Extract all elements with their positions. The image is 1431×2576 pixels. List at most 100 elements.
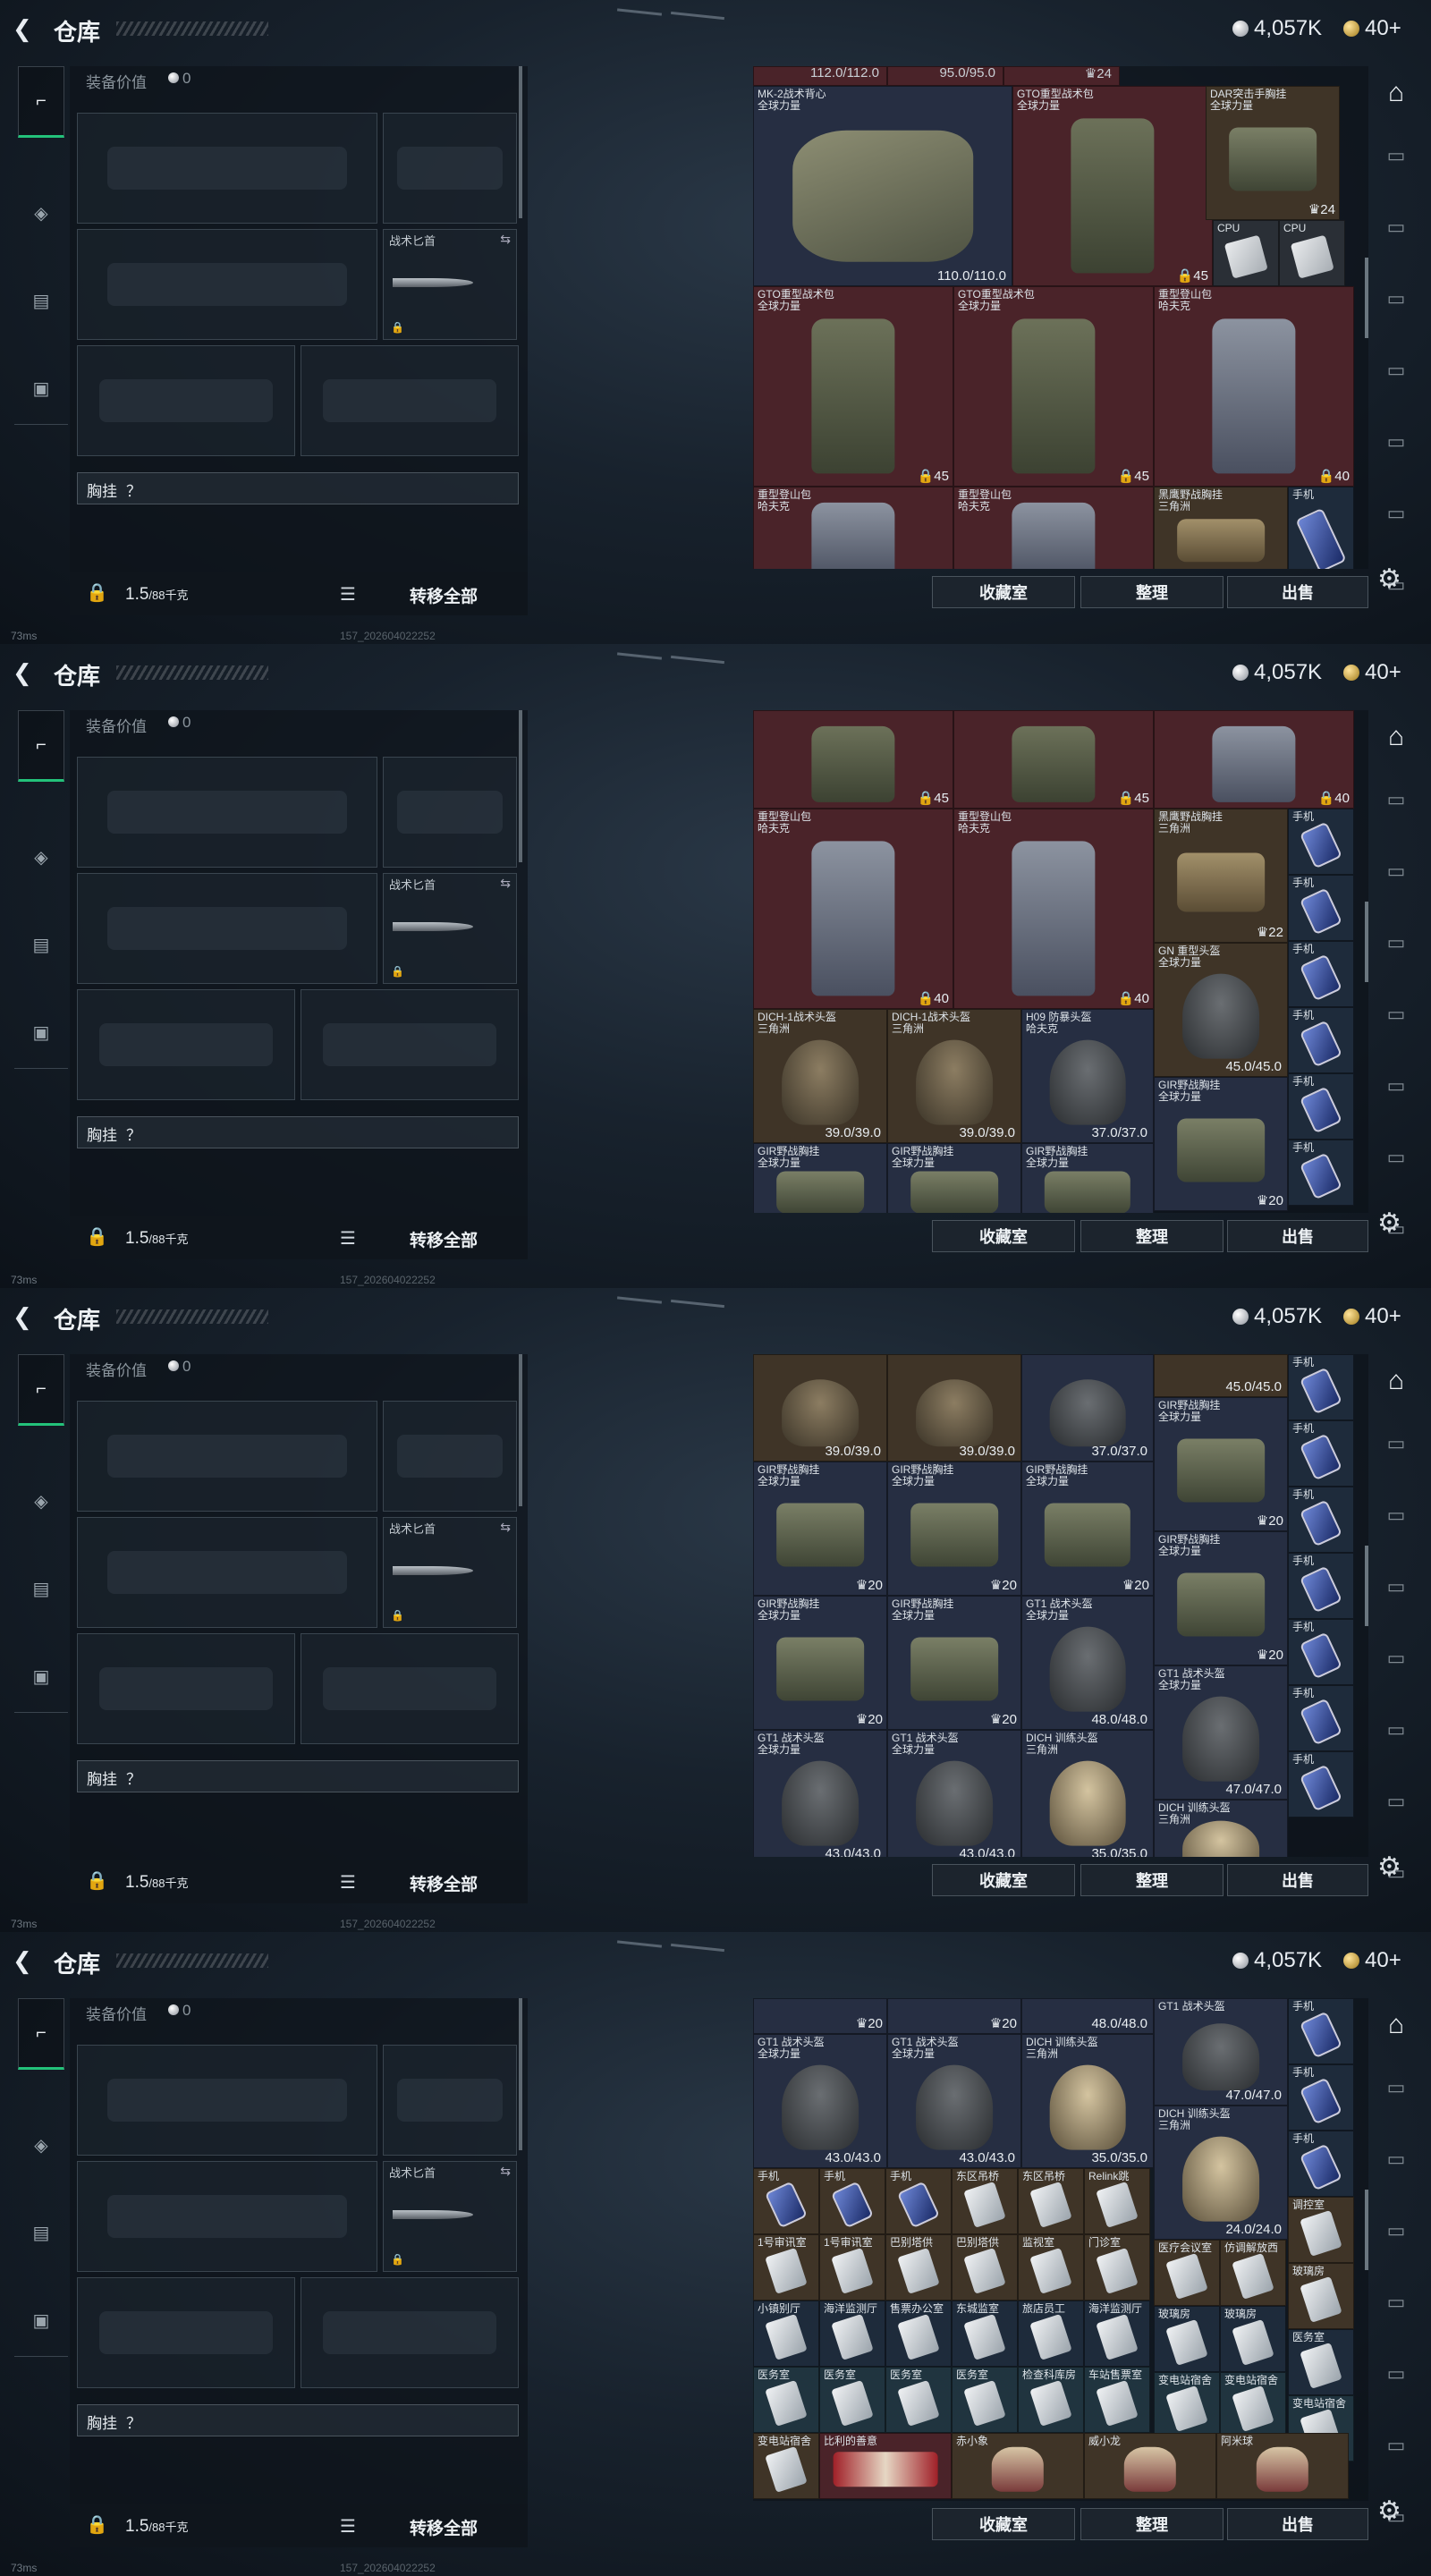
right-tab-5[interactable]: ▭ xyxy=(1376,352,1417,388)
storage-item[interactable]: GT1 战术头盔 全球力量 43.0/43.0 xyxy=(887,1730,1021,1857)
storage-item[interactable]: 海洋监测厅 xyxy=(819,2301,885,2367)
storage-item[interactable]: 手机 xyxy=(1288,1619,1354,1685)
transfer-all-button[interactable]: 转移全部 xyxy=(410,2515,478,2539)
storage-item[interactable]: 1号审讯室 xyxy=(819,2234,885,2301)
storage-item[interactable]: 手机 xyxy=(1288,1751,1354,1818)
storage-item[interactable]: 小镇别厅 xyxy=(753,2301,819,2367)
armor-slot[interactable] xyxy=(301,1633,519,1744)
list-icon[interactable]: ☰ xyxy=(340,583,356,606)
storage-item[interactable]: 112.0/112.0 xyxy=(753,66,887,86)
right-tab-1[interactable]: ⌂ xyxy=(1376,719,1417,755)
sell-button[interactable]: 出售 xyxy=(1227,576,1368,608)
sidebar-tab-4[interactable]: ▣ xyxy=(18,352,64,424)
knife-slot[interactable]: 战术匕首 ⇆ 🔒 xyxy=(383,1517,517,1628)
gold-currency[interactable]: 40+ xyxy=(1343,16,1401,41)
storage-item[interactable]: GT1 战术头盔 全球力量 43.0/43.0 xyxy=(753,1730,887,1857)
silver-currency[interactable]: 4,057K xyxy=(1232,1948,1322,1973)
right-tab-4[interactable]: ▭ xyxy=(1376,1569,1417,1605)
sort-button[interactable]: 整理 xyxy=(1080,1864,1224,1896)
back-button[interactable]: ❮ xyxy=(13,16,38,41)
right-tab-7[interactable]: ▭ xyxy=(1376,1784,1417,1819)
chest-rig-slot[interactable]: 胸挂 ？ xyxy=(77,1116,519,1148)
storage-item[interactable]: 玻璃房 xyxy=(1154,2306,1220,2372)
storage-item[interactable]: 东区吊桥 xyxy=(1018,2168,1084,2234)
storage-scrollbar[interactable] xyxy=(1365,2190,1368,2270)
sidebar-tab-3[interactable]: ▤ xyxy=(18,1553,64,1624)
storage-item[interactable]: 威小龙 xyxy=(1084,2433,1216,2499)
storage-item[interactable]: GIR野战胸挂 全球力量 xyxy=(887,1143,1021,1213)
storage-item[interactable]: DAR突击手胸挂 全球力量 ♛24 xyxy=(1206,86,1340,220)
armor-slot[interactable] xyxy=(301,2277,519,2388)
primary-weapon-slot[interactable] xyxy=(77,1401,377,1512)
storage-item[interactable]: 监视室 xyxy=(1018,2234,1084,2301)
storage-item[interactable]: 重型登山包 哈夫克 xyxy=(753,487,953,569)
swap-icon[interactable]: ⇆ xyxy=(500,876,511,891)
storage-item[interactable]: 🔒45 xyxy=(953,710,1154,809)
storage-item[interactable]: 手机 xyxy=(1288,875,1354,941)
collection-room-button[interactable]: 收藏室 xyxy=(932,1864,1075,1896)
helmet-slot[interactable] xyxy=(77,2277,295,2388)
storage-item[interactable]: GIR野战胸挂 全球力量 ♛20 xyxy=(1154,1531,1288,1665)
storage-item[interactable]: DICH-1战术头盔 三角洲 39.0/39.0 xyxy=(753,1009,887,1143)
sidebar-tab-1[interactable]: ⌐ xyxy=(18,1354,64,1426)
sidebar-tab-3[interactable]: ▤ xyxy=(18,909,64,980)
right-tab-6[interactable]: ▭ xyxy=(1376,1068,1417,1104)
list-icon[interactable]: ☰ xyxy=(340,1227,356,1250)
pistol-slot[interactable] xyxy=(383,113,517,224)
storage-item[interactable]: 东区吊桥 xyxy=(952,2168,1018,2234)
secondary-weapon-slot[interactable] xyxy=(77,2161,377,2272)
storage-item[interactable]: 重型登山包 哈夫克 🔒40 xyxy=(1154,286,1354,487)
chest-rig-slot[interactable]: 胸挂 ？ xyxy=(77,1760,519,1792)
storage-item[interactable]: ♛20 xyxy=(753,1998,887,2034)
storage-item[interactable]: CPU xyxy=(1279,220,1345,286)
right-tab-1[interactable]: ⌂ xyxy=(1376,2007,1417,2043)
storage-item[interactable]: 巴别塔供 xyxy=(952,2234,1018,2301)
sidebar-tab-4[interactable]: ▣ xyxy=(18,1640,64,1712)
storage-item[interactable]: 手机 xyxy=(1288,1073,1354,1140)
sidebar-tab-2[interactable]: ◈ xyxy=(18,1465,64,1537)
loadout-scrollbar[interactable] xyxy=(519,710,522,862)
secondary-weapon-slot[interactable] xyxy=(77,1517,377,1628)
swap-icon[interactable]: ⇆ xyxy=(500,232,511,247)
storage-item[interactable]: GIR野战胸挂 全球力量 ♛20 xyxy=(753,1596,887,1730)
storage-item[interactable]: 95.0/95.0 xyxy=(887,66,1003,86)
sidebar-tab-1[interactable]: ⌐ xyxy=(18,1998,64,2070)
storage-item[interactable]: 🔒45 xyxy=(753,710,953,809)
right-tab-5[interactable]: ▭ xyxy=(1376,996,1417,1032)
right-tab-3[interactable]: ▭ xyxy=(1376,1497,1417,1533)
storage-item[interactable]: 医务室 xyxy=(753,2367,819,2433)
storage-item[interactable]: 医务室 xyxy=(885,2367,952,2433)
right-tab-7[interactable]: ▭ xyxy=(1376,1140,1417,1175)
gold-currency[interactable]: 40+ xyxy=(1343,1304,1401,1329)
storage-item[interactable]: 手机 xyxy=(1288,1998,1354,2064)
silver-currency[interactable]: 4,057K xyxy=(1232,1304,1322,1329)
storage-item[interactable]: 医疗会议室 xyxy=(1154,2240,1220,2306)
right-tab-6[interactable]: ▭ xyxy=(1376,2356,1417,2392)
silver-currency[interactable]: 4,057K xyxy=(1232,660,1322,685)
storage-scrollbar[interactable] xyxy=(1365,258,1368,338)
loadout-scrollbar[interactable] xyxy=(519,1354,522,1506)
storage-item[interactable]: 变电站宿舍 xyxy=(1220,2372,1286,2438)
storage-item[interactable]: 医务室 xyxy=(819,2367,885,2433)
primary-weapon-slot[interactable] xyxy=(77,2045,377,2156)
primary-weapon-slot[interactable] xyxy=(77,113,377,224)
storage-item[interactable]: 赤小象 xyxy=(952,2433,1084,2499)
storage-item[interactable]: DICH 训练头盔 三角洲 35.0/35.0 xyxy=(1021,2034,1154,2168)
storage-item[interactable]: 旅店员工 xyxy=(1018,2301,1084,2367)
sort-button[interactable]: 整理 xyxy=(1080,1220,1224,1252)
storage-item[interactable]: GIR野战胸挂 全球力量 ♛20 xyxy=(1021,1462,1154,1596)
storage-scrollbar[interactable] xyxy=(1365,1546,1368,1626)
storage-item[interactable]: 售票办公室 xyxy=(885,2301,952,2367)
storage-item[interactable]: 巴别塔供 xyxy=(885,2234,952,2301)
storage-item[interactable]: 手机 xyxy=(1288,1487,1354,1553)
sidebar-tab-3[interactable]: ▤ xyxy=(18,2197,64,2268)
storage-item[interactable]: 手机 xyxy=(1288,2064,1354,2131)
storage-item[interactable]: Relink跳 xyxy=(1084,2168,1150,2234)
knife-slot[interactable]: 战术匕首 ⇆ 🔒 xyxy=(383,2161,517,2272)
storage-item[interactable]: 医务室 xyxy=(1288,2329,1354,2395)
storage-item[interactable]: 重型登山包 哈夫克 xyxy=(953,487,1154,569)
storage-item[interactable]: GT1 战术头盔 全球力量 47.0/47.0 xyxy=(1154,1665,1288,1800)
storage-item[interactable]: 🔒40 xyxy=(1154,710,1354,809)
armor-slot[interactable] xyxy=(301,989,519,1100)
storage-item[interactable]: 39.0/39.0 xyxy=(753,1354,887,1462)
